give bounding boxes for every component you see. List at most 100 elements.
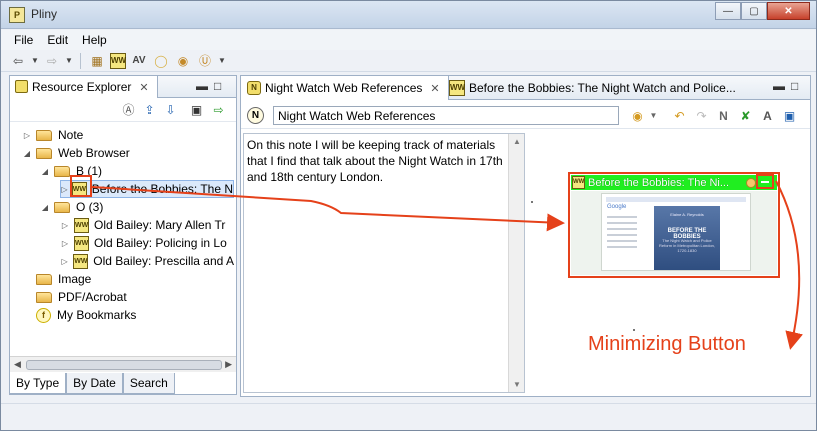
template-icon[interactable]: Ⓤ [196,52,214,70]
annotation-icon[interactable]: A [759,107,776,124]
note-text-area[interactable]: On this note I will be keeping track of … [243,133,525,393]
tree-node-old-bailey-prescilla[interactable]: ▷ WW Old Bailey: Prescilla and A [60,252,234,270]
save-icon[interactable]: ▣ [781,107,798,124]
tab-label: Night Watch Web References [265,81,423,95]
status-bar [1,403,816,430]
title-bar: P Pliny — ▢ ✕ [1,1,816,29]
panel-minimize-icon[interactable]: ▬ [196,79,208,93]
scroll-right-icon[interactable]: ▶ [225,359,232,370]
preview-search-bar [606,197,746,202]
tree-node-label: PDF/Acrobat [58,290,127,304]
collapse-icon[interactable]: ◢ [22,149,32,158]
folder-icon [54,165,70,177]
close-window-button[interactable]: ✕ [767,2,810,20]
tab-by-date[interactable]: By Date [66,373,123,394]
collapse-icon[interactable]: ◢ [40,203,50,212]
minimize-window-button[interactable]: — [715,2,741,20]
tab-night-watch-web-references[interactable]: N Night Watch Web References ✕ [241,76,449,100]
tab-search[interactable]: Search [122,373,175,394]
expand-icon[interactable]: ▷ [22,131,32,140]
link-icon[interactable]: ⇨ [210,101,227,118]
thumbnail-title-bar[interactable]: WW Before the Bobbies: The Ni... [571,175,777,190]
circle-icon[interactable]: ◯ [152,52,170,70]
menu-edit[interactable]: Edit [40,30,75,50]
menu-help[interactable]: Help [75,30,114,50]
tab-before-the-bobbies[interactable]: WW Before the Bobbies: The Night Watch a… [445,76,744,100]
scroll-down-icon[interactable]: ▼ [513,380,521,389]
resource-tree: ▷ Note ◢ Web Browser ◢ B (1) ▷ WW Before… [10,124,236,372]
web-page-icon[interactable]: WW [110,52,126,69]
expand-icon[interactable]: ▷ [60,257,69,266]
remove-link-icon[interactable]: ✘ [737,107,754,124]
folder-icon [36,291,52,303]
editor-minimize-icon[interactable]: ▬ [773,79,785,93]
tree-node-label: O (3) [76,200,104,214]
book-cover-image: Elaine A. Reynolds BEFORE THE BOBBIES Th… [654,206,720,270]
tag-icon[interactable] [746,177,756,188]
note-title-input[interactable] [273,106,619,125]
tree-node-web-browser[interactable]: ◢ Web Browser [22,144,130,162]
horizontal-scrollbar[interactable]: ◀ ▶ [10,356,236,372]
tree-node-o[interactable]: ◢ O (3) [40,198,103,216]
expand-icon[interactable]: ▷ [61,185,68,194]
web-page-icon: WW [73,253,89,269]
expand-icon[interactable]: ▷ [60,239,70,248]
tree-node-old-bailey-mary-allen[interactable]: ▷ WW Old Bailey: Mary Allen Tr [60,216,234,234]
tree-node-label: Before the Bobbies: The N [91,182,233,196]
tree-node-pdf-acrobat[interactable]: PDF/Acrobat [22,288,127,306]
tree-node-label: Image [58,272,92,286]
preview-page: Google Elaine A. Reynolds BEFORE THE BOB… [601,193,751,271]
tag-icon[interactable]: ◉ [629,107,646,124]
web-reference-thumbnail[interactable]: WW Before the Bobbies: The Ni... Google … [568,172,780,278]
scrollbar-thumb[interactable] [26,360,222,370]
forward-link-icon[interactable]: ↷ [693,107,710,124]
window-title: Pliny [31,7,58,21]
folder-icon [36,273,52,285]
tab-resource-explorer[interactable]: Resource Explorer ✕ [10,76,158,98]
tag-dropdown-icon[interactable]: ▼ [645,107,662,124]
new-note-icon[interactable]: N [715,107,732,124]
expand-icon[interactable]: ▷ [60,221,70,230]
import-icon[interactable]: ⇩ [162,101,179,118]
back-dropdown-icon[interactable]: ▼ [31,52,39,70]
scroll-up-icon[interactable]: ▲ [513,137,521,146]
export-icon[interactable]: ⇪ [141,101,158,118]
template-dropdown-icon[interactable]: ▼ [218,52,226,70]
menu-file[interactable]: File [7,30,40,50]
annotation-view-icon[interactable]: AV [130,52,148,70]
new-note-icon[interactable]: Ⓐ [120,101,137,118]
thumbnail-preview: Google Elaine A. Reynolds BEFORE THE BOB… [571,191,777,275]
collapse-all-icon[interactable]: ▣ [188,101,205,118]
preview-logo: Google [607,204,627,210]
tree-node-label: Old Bailey: Mary Allen Tr [94,218,226,232]
forward-arrow-icon[interactable]: ⇨ [43,52,61,70]
thumbnail-minimize-button[interactable] [756,174,774,189]
resource-explorer-icon [15,80,28,93]
note-icon: N [247,81,261,95]
annotation-label: Minimizing Button [588,333,746,355]
panel-maximize-icon[interactable]: □ [214,79,221,93]
web-page-icon: WW [572,176,585,189]
editor-maximize-icon[interactable]: □ [791,79,798,93]
scroll-left-icon[interactable]: ◀ [14,359,21,370]
tree-node-old-bailey-policing[interactable]: ▷ WW Old Bailey: Policing in Lo [60,234,234,252]
note-icon: N [247,107,264,124]
tab-by-type[interactable]: By Type [9,373,67,394]
explorer-view-tabs: By Type By Date Search [9,373,175,395]
tree-node-image[interactable]: Image [22,270,91,288]
back-link-icon[interactable]: ↶ [671,107,688,124]
thumbnail-title: Before the Bobbies: The Ni... [588,176,730,189]
resource-explorer-toolbar: Ⓐ ⇪ ⇩ ▣ ⇨ [10,98,236,122]
library-icon[interactable]: ▦ [88,52,106,70]
tree-node-my-bookmarks[interactable]: f My Bookmarks [22,306,136,324]
tree-node-note[interactable]: ▷ Note [22,126,83,144]
web-page-icon: WW [74,235,89,251]
vertical-scrollbar[interactable]: ▲ ▼ [508,134,524,392]
forward-dropdown-icon[interactable]: ▼ [65,52,73,70]
close-icon[interactable]: ✕ [139,82,148,94]
close-icon[interactable]: ✕ [430,83,439,95]
tag-icon[interactable]: ◉ [174,52,192,70]
collapse-icon[interactable]: ◢ [40,167,50,176]
maximize-window-button[interactable]: ▢ [741,2,767,20]
back-arrow-icon[interactable]: ⇦ [9,52,27,70]
